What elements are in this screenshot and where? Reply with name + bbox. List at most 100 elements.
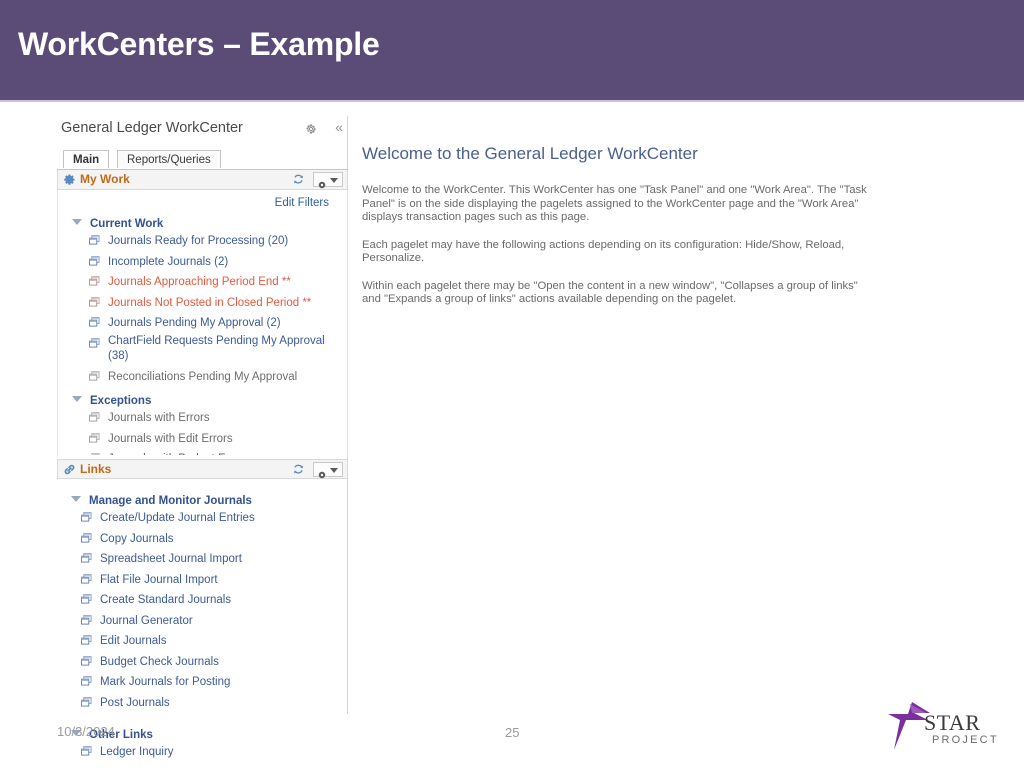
refresh-icon[interactable]	[292, 173, 305, 186]
collapse-panel-icon[interactable]: «	[335, 118, 343, 136]
slide-page-number: 25	[505, 725, 520, 740]
list-item-label[interactable]: Reconciliations Pending My Approval	[108, 370, 297, 386]
group-title: Manage and Monitor Journals	[89, 495, 252, 507]
refresh-icon[interactable]	[292, 463, 305, 476]
list-item-label[interactable]: Journals with Errors	[108, 411, 210, 427]
pagelet-body-my-work: Edit Filters Current Work Journals Ready…	[57, 190, 348, 457]
list-item[interactable]: Post Journals	[57, 693, 348, 712]
work-area-paragraph-2: Each pagelet may have the following acti…	[362, 238, 845, 265]
group-header-manage-monitor[interactable]: Manage and Monitor Journals	[57, 491, 348, 507]
gear-icon[interactable]	[305, 122, 317, 134]
list-item-label[interactable]: Journals Pending My Approval (2)	[108, 316, 281, 332]
list-item[interactable]: Flat File Journal Import	[57, 570, 348, 589]
work-area-heading: Welcome to the General Ledger WorkCenter	[362, 144, 698, 163]
tab-main[interactable]: Main	[63, 150, 110, 168]
edit-filters-link[interactable]: Edit Filters	[275, 197, 329, 209]
list-item-label[interactable]: Incomplete Journals (2)	[108, 255, 228, 271]
new-window-icon	[89, 273, 100, 286]
list-item[interactable]: Mark Journals for Posting	[57, 672, 348, 691]
list-item-label[interactable]: Create Standard Journals	[100, 593, 231, 609]
work-area-paragraph-1: Welcome to the WorkCenter. This WorkCent…	[362, 184, 867, 223]
new-window-icon	[89, 450, 100, 455]
group-exceptions: Exceptions Journals with Errors Journals…	[58, 391, 347, 455]
pagelet-settings-icon[interactable]	[313, 172, 343, 189]
list-item-label[interactable]: Flat File Journal Import	[100, 573, 218, 589]
workcenter-titlebar: General Ledger WorkCenter «	[57, 118, 348, 144]
list-item[interactable]: ChartField Requests Pending My Approval …	[58, 334, 347, 365]
list-item-label[interactable]: Journals with Edit Errors	[108, 432, 233, 448]
list-item-label[interactable]: Post Journals	[100, 696, 170, 712]
list-item-label[interactable]: Mark Journals for Posting	[100, 675, 230, 691]
new-window-icon	[89, 430, 100, 443]
pagelet-title-links: Links	[80, 462, 112, 476]
list-item[interactable]: Incomplete Journals (2)	[58, 252, 347, 271]
task-panel: General Ledger WorkCenter « Main Reports…	[57, 118, 348, 765]
list-item[interactable]: Reconciliations Pending My Approval	[58, 367, 347, 386]
new-window-icon	[81, 550, 92, 563]
list-item-clipped[interactable]: Journals with Budget Errors	[58, 449, 347, 455]
workcenter-tabs: Main Reports/Queries	[57, 150, 348, 170]
list-item-label[interactable]: Journals with Budget Errors	[108, 452, 249, 455]
list-item[interactable]: Journals Ready for Processing (20)	[58, 231, 347, 250]
list-item-label[interactable]: Journal Generator	[100, 614, 193, 630]
list-item[interactable]: Journals with Errors	[58, 408, 347, 427]
pagelet-header-my-work: My Work	[57, 170, 348, 190]
list-item[interactable]: Create Standard Journals	[57, 590, 348, 609]
caret-down-icon[interactable]	[72, 219, 82, 225]
new-window-icon	[89, 368, 100, 381]
list-item-label[interactable]: Journals Ready for Processing (20)	[108, 234, 288, 250]
new-window-icon	[81, 571, 92, 584]
new-window-icon	[89, 253, 100, 266]
caret-down-icon[interactable]	[72, 396, 82, 402]
new-window-icon	[89, 409, 100, 422]
svg-text:PROJECT: PROJECT	[932, 734, 999, 746]
pagelet-settings-icon[interactable]	[313, 462, 343, 479]
list-item-label[interactable]: Ledger Inquiry	[100, 745, 174, 761]
new-window-icon	[81, 653, 92, 666]
new-window-icon	[81, 632, 92, 645]
list-item[interactable]: Journals Pending My Approval (2)	[58, 313, 347, 332]
gear-icon	[63, 173, 76, 186]
list-item-label[interactable]: Copy Journals	[100, 532, 174, 548]
list-item[interactable]: Journals Not Posted in Closed Period **	[58, 293, 347, 312]
new-window-icon	[81, 612, 92, 625]
caret-down-icon[interactable]	[71, 496, 81, 502]
list-item-label[interactable]: Journals Not Posted in Closed Period **	[108, 296, 311, 312]
list-item[interactable]: Edit Journals	[57, 631, 348, 650]
list-item[interactable]: Journal Generator	[57, 611, 348, 630]
group-current-work: Current Work Journals Ready for Processi…	[58, 214, 347, 385]
workcenter-screenshot: General Ledger WorkCenter « Main Reports…	[0, 102, 1024, 758]
work-area: Welcome to the General Ledger WorkCenter…	[362, 144, 902, 321]
chevron-down-icon	[330, 178, 338, 183]
group-header-exceptions[interactable]: Exceptions	[58, 391, 347, 407]
list-item[interactable]: Copy Journals	[57, 529, 348, 548]
chevron-down-icon	[330, 468, 338, 473]
workcenter-title: General Ledger WorkCenter	[61, 120, 243, 136]
list-item[interactable]: Ledger Inquiry	[57, 742, 348, 761]
tab-reports-queries[interactable]: Reports/Queries	[117, 150, 221, 168]
gear-glyph-icon	[318, 466, 326, 479]
list-item-label[interactable]: Journals Approaching Period End **	[108, 275, 291, 291]
edit-filters-row: Edit Filters	[58, 190, 347, 209]
list-item-label[interactable]: Create/Update Journal Entries	[100, 511, 255, 527]
svg-text:STAR: STAR	[924, 710, 980, 735]
new-window-icon	[89, 314, 100, 327]
list-item-label[interactable]: Budget Check Journals	[100, 655, 219, 671]
gear-glyph-icon	[318, 176, 326, 189]
list-item-label[interactable]: Edit Journals	[100, 634, 166, 650]
list-item-label[interactable]: ChartField Requests Pending My Approval …	[108, 334, 341, 365]
list-item[interactable]: Journals Approaching Period End **	[58, 272, 347, 291]
list-item[interactable]: Spreadsheet Journal Import	[57, 549, 348, 568]
group-header-current-work[interactable]: Current Work	[58, 214, 347, 230]
list-item[interactable]: Journals with Edit Errors	[58, 429, 347, 448]
new-window-icon	[81, 530, 92, 543]
list-item-label[interactable]: Spreadsheet Journal Import	[100, 552, 242, 568]
list-item[interactable]: Create/Update Journal Entries	[57, 508, 348, 527]
group-manage-monitor-journals: Manage and Monitor Journals Create/Updat…	[57, 491, 348, 711]
list-item[interactable]: Budget Check Journals	[57, 652, 348, 671]
group-title: Current Work	[90, 218, 164, 230]
pagelet-header-links: Links	[57, 459, 348, 479]
slide-date: 10/3/2024	[57, 724, 115, 739]
new-window-icon	[89, 232, 100, 245]
new-window-icon	[81, 694, 92, 707]
